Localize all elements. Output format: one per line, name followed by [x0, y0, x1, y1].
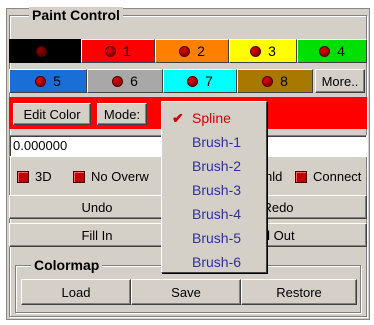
colormap-title: Colormap: [31, 257, 103, 273]
paint-control-panel: Paint Control More.. Edit Color Mode: 0.…: [6, 7, 370, 320]
checkmark-icon: ✔: [172, 109, 184, 126]
checkbox-no-overwrite-box[interactable]: [73, 170, 85, 183]
mode-menu-item-brush-1[interactable]: Brush-1: [162, 130, 266, 154]
checkbox-no-overwrite[interactable]: No Overw: [73, 169, 149, 184]
checkbox-threshold[interactable]: hld: [265, 169, 282, 184]
mode-label-button[interactable]: Mode:: [97, 103, 147, 125]
color-dot-icon: [187, 75, 199, 87]
color-dot-icon: [112, 75, 124, 87]
row1-swatch-1[interactable]: 1: [81, 39, 155, 63]
mode-menu-item-brush-6[interactable]: Brush-6: [162, 250, 266, 274]
colormap-restore-button[interactable]: Restore: [241, 279, 357, 305]
mode-menu-item-label: Brush-5: [192, 230, 242, 246]
colormap-save-button[interactable]: Save: [131, 279, 241, 305]
swatch-label: 1: [123, 43, 131, 59]
mode-menu-item-brush-4[interactable]: Brush-4: [162, 202, 266, 226]
row1-swatch-4[interactable]: 4: [297, 39, 367, 63]
more-colors-button[interactable]: More..: [315, 69, 365, 93]
row1-swatch-2[interactable]: 2: [155, 39, 229, 63]
mode-menu-item-label: Brush-2: [192, 158, 242, 174]
mode-menu-item-brush-3[interactable]: Brush-3: [162, 178, 266, 202]
row1-swatch-3[interactable]: 3: [229, 39, 297, 63]
mode-menu-item-brush-2[interactable]: Brush-2: [162, 154, 266, 178]
mode-dropdown-menu: ✔ Spline Brush-1 Brush-2 Brush-3 Brush-4 Brush…: [161, 101, 267, 273]
mode-menu-item-label: Brush-6: [192, 254, 242, 270]
checkbox-connect-label: Connect: [313, 169, 362, 184]
row2-swatch-7[interactable]: 7: [163, 69, 237, 93]
mode-menu-item-spline[interactable]: ✔ Spline: [162, 106, 266, 130]
colormap-load-button[interactable]: Load: [21, 279, 131, 305]
checkbox-threshold-label: hld: [265, 169, 283, 184]
color-dot-icon: [179, 45, 191, 57]
row2-swatch-6[interactable]: 6: [87, 69, 163, 93]
color-dot-icon: [319, 45, 331, 57]
color-dot-icon: [35, 75, 47, 87]
color-dot-icon: [36, 45, 47, 57]
swatch-label: 2: [197, 43, 205, 59]
color-dot-icon: [105, 45, 117, 57]
edit-color-button[interactable]: Edit Color: [13, 103, 91, 125]
checkbox-connect-box[interactable]: [295, 170, 307, 183]
fill-in-button[interactable]: Fill In: [9, 223, 185, 247]
panel-title: Paint Control: [29, 7, 123, 23]
color-dot-icon: [262, 75, 274, 87]
swatch-label: 6: [130, 73, 138, 89]
mode-menu-item-label: Brush-4: [192, 206, 242, 222]
swatch-label: 7: [205, 73, 213, 89]
color-dot-icon: [250, 45, 262, 57]
swatch-label: 4: [337, 43, 345, 59]
checkbox-connect[interactable]: Connect: [295, 169, 361, 184]
row1-swatch-black[interactable]: [9, 39, 81, 63]
checkbox-3d[interactable]: 3D: [17, 169, 52, 184]
swatch-label: 8: [280, 73, 288, 89]
mode-menu-item-label: Brush-3: [192, 182, 242, 198]
undo-button[interactable]: Undo: [9, 195, 185, 219]
mode-menu-item-label: Brush-1: [192, 134, 242, 150]
mode-menu-item-label: Spline: [192, 110, 231, 126]
checkbox-no-overwrite-label: No Overw: [91, 169, 149, 184]
checkbox-3d-label: 3D: [35, 169, 52, 184]
swatch-label: 3: [268, 43, 276, 59]
row2-swatch-8[interactable]: 8: [237, 69, 313, 93]
checkbox-3d-box[interactable]: [17, 170, 29, 183]
swatch-label: 5: [53, 73, 61, 89]
row2-swatch-5[interactable]: 5: [9, 69, 87, 93]
mode-menu-item-brush-5[interactable]: Brush-5: [162, 226, 266, 250]
